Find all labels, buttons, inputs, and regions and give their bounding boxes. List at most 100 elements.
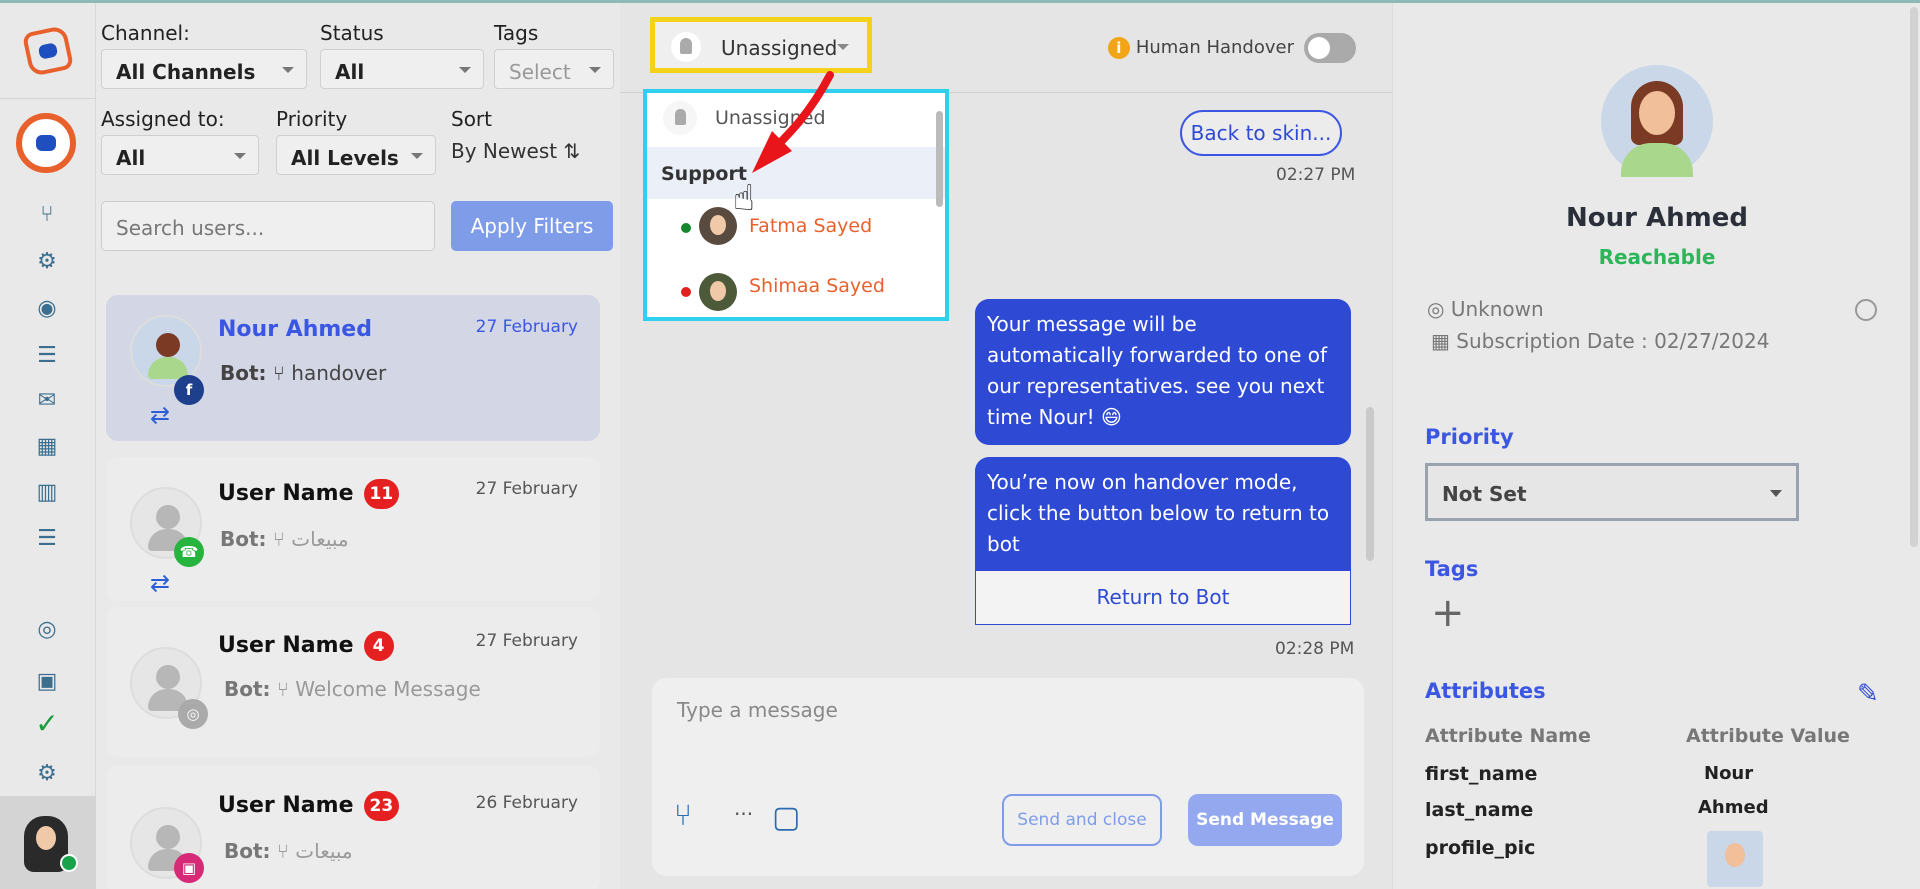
conversation-date: 27 February — [475, 631, 578, 651]
chevron-down-icon — [234, 153, 246, 159]
send-and-close-button[interactable]: Send and close — [1002, 794, 1162, 846]
assign-dropdown[interactable]: Unassigned — [650, 17, 872, 73]
priority-select[interactable]: Not Set — [1425, 463, 1799, 521]
info-icon: i — [1107, 37, 1130, 59]
tasks-icon[interactable]: ☰ — [30, 524, 64, 554]
attributes-heading: Attributes — [1425, 679, 1546, 703]
attr-value-header: Attribute Value — [1686, 725, 1850, 747]
status-label: Status — [320, 21, 384, 45]
message-input[interactable]: Type a message — [677, 698, 838, 722]
profile-scrollbar[interactable] — [1910, 7, 1918, 547]
conversation-panel: Channel: All Channels Status All Tags Se… — [96, 3, 716, 889]
templates-icon[interactable]: ▦ — [30, 432, 64, 462]
agent-avatar — [699, 273, 737, 311]
tags-heading: Tags — [1425, 557, 1479, 581]
status-select[interactable]: All — [320, 49, 484, 89]
flow-icon: ⑂ — [272, 527, 285, 551]
chevron-down-icon — [282, 67, 294, 73]
last-message: Welcome Message — [295, 677, 481, 701]
flow-icon: ⑂ — [276, 839, 289, 863]
online-dot — [681, 223, 691, 233]
current-user-avatar[interactable] — [0, 796, 96, 889]
conversation-item[interactable]: ◎ User Name 4 27 February Bot: ⑂ Welcome … — [106, 607, 600, 757]
send-message-button[interactable]: Send Message — [1188, 794, 1342, 846]
human-handover-toggle[interactable]: i Human Handover — [1107, 33, 1356, 63]
dropdown-scrollbar[interactable] — [936, 111, 943, 207]
whatsapp-icon: ☎ — [174, 537, 204, 567]
attr-key: profile_pic — [1425, 837, 1536, 859]
broadcast-icon[interactable]: ◉ — [30, 294, 64, 324]
channel-label: Channel: — [101, 21, 190, 45]
tags-select[interactable]: Select — [494, 49, 614, 89]
handover-loop-icon: ⇄ — [150, 569, 171, 597]
analytics-icon[interactable]: ▥ — [30, 478, 64, 508]
assigned-select[interactable]: All — [101, 135, 259, 175]
package-icon[interactable]: ▢ — [772, 800, 800, 835]
channel-select[interactable]: All Channels — [101, 49, 307, 89]
ai-head-icon[interactable]: ⚙ — [30, 247, 64, 277]
contact-name: User Name — [218, 481, 354, 506]
pointer-hand-icon: ☝ — [733, 178, 755, 219]
offline-dot — [681, 287, 691, 297]
last-message: handover — [291, 361, 387, 385]
option-agent[interactable]: Fatma Sayed — [647, 201, 945, 253]
online-status-dot — [60, 854, 78, 872]
flow-icon[interactable]: ⑂ — [674, 798, 692, 833]
profile-name: Nour Ahmed — [1566, 203, 1748, 233]
assigned-label: Assigned to: — [101, 107, 225, 131]
toggle-switch[interactable] — [1304, 33, 1356, 63]
chevron-down-icon — [837, 44, 849, 50]
more-options[interactable]: ... — [734, 796, 753, 820]
sort-toggle[interactable]: By Newest ⇅ — [451, 139, 580, 163]
sort-label: Sort — [451, 107, 492, 131]
add-tag-plus-icon[interactable]: + — [1431, 593, 1465, 633]
unread-badge: 23 — [363, 791, 400, 821]
chat-panel: Unassigned i Human Handover Back to skin.… — [620, 3, 1392, 889]
profile-pic-thumbnail[interactable] — [1707, 831, 1763, 887]
tags-label: Tags — [494, 21, 539, 45]
return-to-bot-button[interactable]: Return to Bot — [975, 571, 1351, 625]
search-input[interactable]: Search users... — [101, 201, 435, 251]
conversation-item[interactable]: ☎ ⇄ User Name 11 27 February Bot: ⑂ مبيعا… — [106, 457, 600, 601]
contacts-icon[interactable]: ☰ — [30, 341, 64, 371]
app-logo[interactable] — [21, 24, 75, 78]
apply-filters-button[interactable]: Apply Filters — [451, 201, 613, 251]
chevron-down-icon — [459, 67, 471, 73]
back-to-flow-button[interactable]: Back to skin... — [1180, 110, 1342, 156]
subscription-date: Subscription Date : 02/27/2024 — [1456, 329, 1770, 353]
check-icon[interactable]: ✓ — [30, 709, 64, 739]
last-message: مبيعات — [295, 839, 353, 863]
message-time: 02:27 PM — [1276, 165, 1356, 185]
settings-gear-icon[interactable]: ⚙ — [30, 759, 64, 789]
conversation-item[interactable]: ▣ User Name 23 26 February Bot: ⑂ مبيعات — [106, 765, 600, 889]
attr-name-header: Attribute Name — [1425, 725, 1591, 747]
option-agent[interactable]: Shimaa Sayed — [647, 269, 945, 317]
clock-icon[interactable] — [1855, 299, 1877, 321]
conversation-date: 26 February — [475, 793, 578, 813]
attr-key: last_name — [1425, 799, 1534, 821]
edit-pencil-icon[interactable]: ✎ — [1857, 679, 1879, 709]
mail-icon[interactable]: ✉ — [30, 386, 64, 416]
priority-heading: Priority — [1425, 425, 1514, 449]
globe-icon[interactable]: ◎ — [30, 615, 64, 645]
priority-select[interactable]: All Levels — [276, 135, 436, 175]
wallet-icon[interactable]: ▣ — [30, 667, 64, 697]
option-unassigned[interactable]: Unassigned — [647, 93, 945, 145]
facebook-icon: f — [174, 375, 204, 405]
flow-icon: ⑂ — [272, 361, 285, 385]
flow-icon[interactable]: ⑂ — [30, 200, 64, 230]
chevron-down-icon — [411, 153, 423, 159]
chat-scrollbar[interactable] — [1366, 407, 1374, 561]
contact-profile-panel: Nour Ahmed Reachable ◎ Unknown ▦ Subscri… — [1392, 3, 1920, 889]
user-icon — [671, 32, 701, 62]
chevron-down-icon — [589, 67, 601, 73]
bot-avatar-icon[interactable] — [16, 113, 76, 173]
conversation-item[interactable]: f ⇄ Nour Ahmed 27 February Bot: ⑂ handov… — [106, 295, 600, 441]
web-globe-icon: ◎ — [178, 699, 208, 729]
contact-name: User Name — [218, 793, 354, 818]
location: Unknown — [1450, 297, 1544, 321]
user-icon — [663, 101, 697, 135]
assign-dropdown-menu: Unassigned Support Fatma Sayed Shimaa Sa… — [643, 89, 949, 321]
chevron-down-icon — [1770, 490, 1782, 497]
unread-badge: 11 — [363, 479, 400, 509]
